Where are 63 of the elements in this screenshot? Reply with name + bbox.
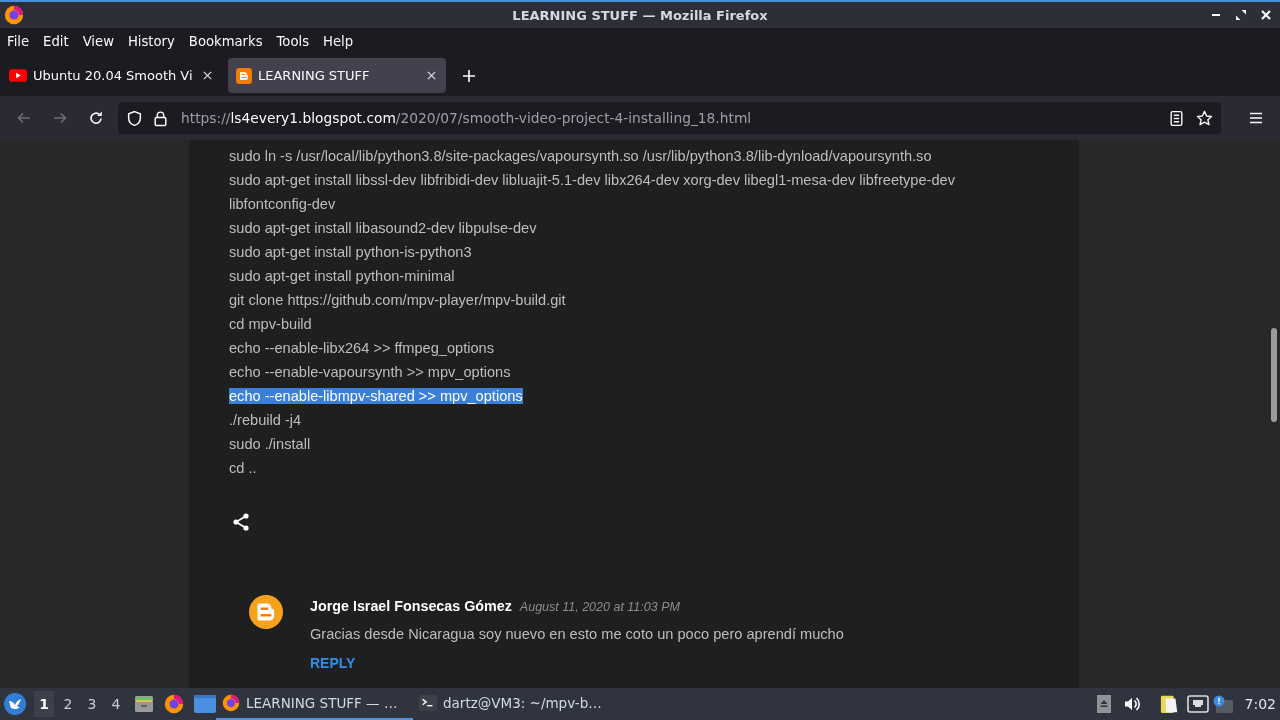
terminal-icon bbox=[419, 694, 437, 712]
code-line: echo --enable-vapoursynth >> mpv_options bbox=[229, 364, 511, 380]
shield-icon[interactable] bbox=[126, 109, 143, 127]
code-line: sudo apt-get install python-minimal bbox=[229, 268, 455, 284]
menu-item[interactable]: History bbox=[120, 30, 182, 52]
workspace-button[interactable]: 1 bbox=[34, 691, 54, 717]
close-icon bbox=[1260, 9, 1272, 21]
app-logo-icon[interactable] bbox=[164, 694, 184, 714]
maximize-icon bbox=[1235, 9, 1247, 21]
menu-item[interactable]: Help bbox=[316, 30, 361, 52]
new-tab-button[interactable] bbox=[462, 69, 476, 83]
plus-icon bbox=[462, 69, 476, 83]
code-line: sudo ./install bbox=[229, 436, 311, 452]
menu-icon bbox=[1248, 110, 1264, 126]
code-line: cd mpv-build bbox=[229, 316, 312, 332]
notification-icon[interactable] bbox=[1212, 695, 1233, 713]
start-menu-icon[interactable] bbox=[4, 693, 26, 715]
address-bar[interactable]: https://ls4every1.blogspot.com/2020/07/smooth-video-project-4-installing_18.html bbox=[118, 102, 1221, 134]
comment-date[interactable]: August 11, 2020 at 11:03 PM bbox=[519, 600, 680, 614]
eject-icon[interactable] bbox=[1097, 695, 1112, 713]
comment-author: Jorge Israel Fonsecas Gómez bbox=[310, 598, 512, 614]
back-arrow-icon bbox=[16, 110, 32, 126]
menu-item[interactable]: File bbox=[0, 30, 37, 52]
app-icon bbox=[4, 5, 24, 25]
menu-item[interactable]: Edit bbox=[36, 30, 76, 52]
browser-tab[interactable]: Ubuntu 20.04 Smooth Vi bbox=[4, 58, 222, 93]
lock-icon[interactable] bbox=[152, 109, 169, 127]
workspace-button[interactable]: 3 bbox=[82, 691, 102, 717]
comment-text: Gracias desde Nicaragua soy nuevo en esto me coto un poco pero aprendí mucho bbox=[310, 626, 844, 642]
volume-icon[interactable] bbox=[1123, 695, 1142, 713]
menu-item[interactable]: Tools bbox=[269, 30, 316, 52]
forward-arrow-icon bbox=[52, 110, 68, 126]
browser-tab[interactable]: LEARNING STUFF bbox=[228, 58, 446, 93]
code-line: ./rebuild -j4 bbox=[229, 412, 302, 428]
close-icon[interactable] bbox=[202, 70, 213, 81]
menu-item[interactable]: View bbox=[75, 30, 121, 52]
clock: 7:02 bbox=[1244, 696, 1276, 712]
avatar-icon bbox=[249, 595, 283, 629]
blog-logo-icon bbox=[236, 67, 252, 84]
play-icon bbox=[9, 69, 27, 82]
close-icon[interactable] bbox=[426, 70, 437, 81]
taskbar-window-button[interactable]: LEARNING STUFF — … bbox=[216, 688, 413, 720]
reload-icon bbox=[88, 110, 104, 126]
network-icon[interactable] bbox=[1186, 695, 1209, 713]
code-line: sudo ln -s /usr/local/lib/python3.8/site-packages/vapoursynth.so /usr/lib/python3.8/lib-dynload/vapoursynth.so bbox=[229, 148, 932, 164]
code-line: cd .. bbox=[229, 460, 257, 476]
workspace-button[interactable]: 4 bbox=[106, 691, 126, 717]
star-icon[interactable] bbox=[1196, 109, 1213, 127]
app-logo-icon bbox=[222, 694, 240, 712]
menu-item[interactable]: Bookmarks bbox=[181, 30, 270, 52]
window-title: LEARNING STUFF — Mozilla Firefox bbox=[512, 7, 768, 23]
clipboard-icon[interactable] bbox=[1160, 694, 1179, 714]
scrollbar-thumb[interactable] bbox=[1271, 328, 1277, 422]
code-line: sudo apt-get install libasound2-dev libpulse-dev bbox=[229, 220, 537, 236]
reader-view-icon[interactable] bbox=[1168, 109, 1185, 127]
file-cabinet-icon[interactable] bbox=[134, 694, 154, 714]
workspace-button[interactable]: 2 bbox=[58, 691, 78, 717]
share-icon[interactable] bbox=[231, 512, 251, 532]
code-line: echo --enable-libx264 >> ffmpeg_options bbox=[229, 340, 495, 356]
code-line: git clone https://github.com/mpv-player/mpv-build.git bbox=[229, 292, 566, 308]
taskbar-window-button[interactable]: dartz@VM3: ~/mpv-b… bbox=[413, 688, 610, 720]
code-line: sudo apt-get install python-is-python3 bbox=[229, 244, 472, 260]
reply-link[interactable]: REPLY bbox=[310, 655, 356, 671]
